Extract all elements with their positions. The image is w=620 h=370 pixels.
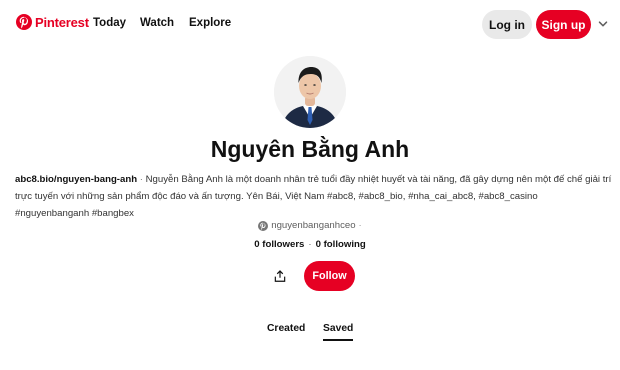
pinterest-logo-icon [16, 14, 32, 30]
nav-today-link[interactable]: Today [93, 17, 126, 29]
bio-separator: · [139, 174, 143, 185]
pinterest-wordmark: Pinterest [35, 14, 89, 30]
profile-stats: 0 followers · 0 following [0, 239, 620, 250]
profile-bio: abc8.bio/nguyen-bang-anh · Nguyễn Bằng A… [15, 171, 613, 222]
top-header: Pinterest Today Watch Explore Log in Sig… [0, 0, 620, 48]
tab-saved[interactable]: Saved [323, 323, 353, 334]
signup-button[interactable]: Sign up [536, 10, 591, 39]
share-icon [274, 270, 286, 282]
pinterest-logo-link[interactable]: Pinterest [16, 14, 89, 30]
follow-button[interactable]: Follow [304, 261, 355, 291]
handle-dot: · [358, 220, 362, 231]
tab-created[interactable]: Created [267, 323, 305, 334]
profile-name: Nguyên Bằng Anh [210, 136, 410, 162]
bio-website-link[interactable]: abc8.bio/nguyen-bang-anh [15, 174, 137, 185]
chevron-down-icon[interactable] [597, 18, 609, 30]
profile-handle-row: nguyenbanganhceo · [0, 220, 620, 231]
login-button[interactable]: Log in [482, 10, 532, 39]
followers-count[interactable]: 0 followers [254, 239, 304, 250]
avatar-portrait [274, 56, 346, 128]
nav-explore-link[interactable]: Explore [189, 17, 231, 29]
nav-watch-link[interactable]: Watch [140, 17, 174, 29]
following-count[interactable]: 0 following [316, 239, 366, 250]
profile-handle: nguyenbanganhceo [271, 220, 356, 231]
profile-avatar [274, 56, 346, 128]
pinterest-icon [258, 220, 269, 231]
tab-saved-underline [323, 339, 353, 341]
share-button[interactable] [266, 262, 294, 290]
stats-separator: · [308, 239, 312, 250]
